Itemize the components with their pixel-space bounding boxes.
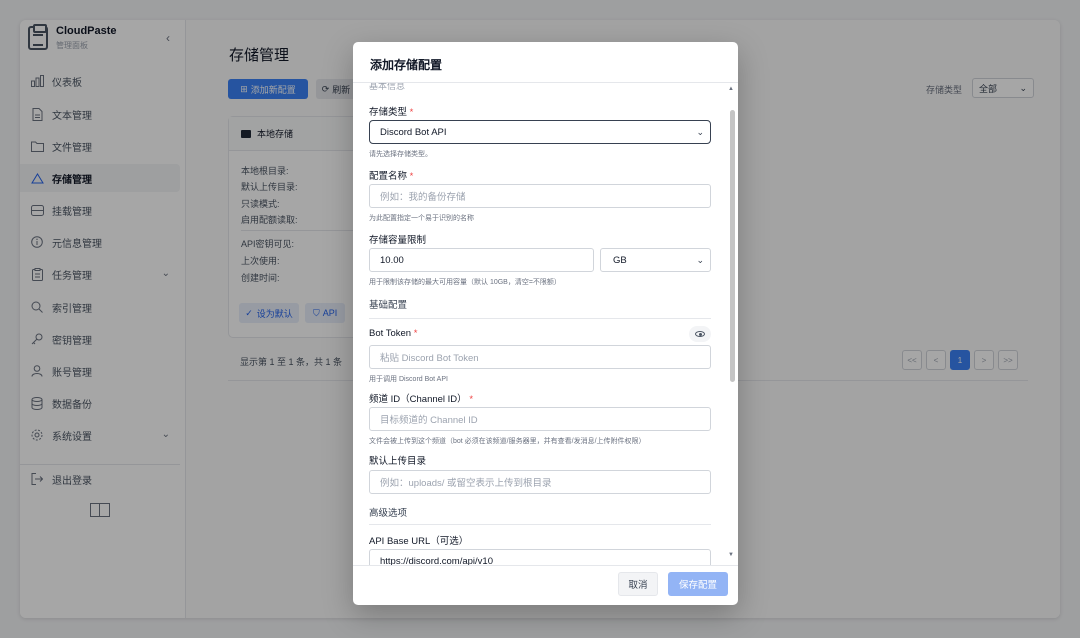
storage-type-select[interactable]: Discord Bot API ⌄ (369, 120, 711, 144)
channel-id-input[interactable]: 目标频道的 Channel ID (369, 407, 711, 431)
bot-token-input[interactable]: 粘贴 Discord Bot Token (369, 345, 711, 369)
bot-token-hint: 用于调用 Discord Bot API (369, 376, 448, 383)
label-text: Bot Token (369, 328, 412, 339)
label-text: 配置名称 (369, 171, 408, 182)
toggle-visibility-button[interactable] (689, 326, 711, 342)
quota-input[interactable]: 10.00 (369, 248, 594, 272)
chevron-down-icon: ⌄ (696, 127, 704, 137)
quota-hint: 用于限制该存储的最大可用容量（默认 10GB，清空=不限额） (369, 279, 561, 286)
quota-unit-value: GB (613, 254, 627, 266)
upload-dir-placeholder: 例如：uploads/ 或留空表示上传到根目录 (380, 478, 552, 489)
add-storage-modal: 添加存储配置 基本信息 存储类型 * Discord Bot API ⌄ 请先选… (353, 42, 738, 605)
scroll-up-arrow[interactable]: ▲ (728, 86, 734, 92)
section-heading-basic-config: 基础配置 (369, 300, 408, 311)
chevron-down-icon: ⌄ (696, 255, 704, 265)
scrollbar-thumb[interactable] (730, 110, 735, 382)
required-mark: * (409, 171, 414, 182)
modal-title: 添加存储配置 (370, 58, 443, 72)
channel-id-placeholder: 目标频道的 Channel ID (380, 415, 478, 426)
channel-id-label: 频道 ID（Channel ID） * (369, 391, 473, 405)
required-mark: * (413, 328, 418, 339)
api-base-value: https://discord.com/api/v10 (380, 555, 493, 566)
config-name-input[interactable]: 例如：我的备份存储 (369, 184, 711, 208)
api-base-label: API Base URL（可选） (369, 536, 469, 547)
config-name-placeholder: 例如：我的备份存储 (380, 192, 466, 203)
bot-token-placeholder: 粘贴 Discord Bot Token (380, 353, 479, 364)
scroll-down-arrow[interactable]: ▼ (728, 552, 734, 558)
required-mark: * (409, 107, 414, 118)
storage-type-value: Discord Bot API (380, 126, 447, 138)
eye-icon (695, 331, 705, 337)
config-name-hint: 为此配置指定一个易于识别的名称 (369, 215, 474, 222)
section-divider (369, 318, 711, 319)
config-name-label: 配置名称 * (369, 168, 413, 182)
quota-label: 存储容量限制 (369, 235, 427, 246)
bot-token-label: Bot Token * (369, 328, 417, 339)
required-mark: * (469, 394, 474, 405)
label-text: 频道 ID（Channel ID） (369, 394, 467, 405)
quota-value: 10.00 (380, 254, 404, 266)
storage-type-hint: 请先选择存储类型。 (369, 151, 432, 158)
section-divider (369, 524, 711, 525)
cancel-button[interactable]: 取消 (618, 572, 658, 596)
channel-id-hint: 文件会被上传到这个频道（bot 必须在该频道/服务器里，并有查看/发消息/上传附… (369, 438, 646, 445)
quota-unit-select[interactable]: GB ⌄ (600, 248, 711, 272)
section-heading-advanced: 高级选项 (369, 508, 408, 519)
api-base-input[interactable]: https://discord.com/api/v10 (369, 549, 711, 565)
modal-footer-divider (353, 565, 738, 566)
upload-dir-input[interactable]: 例如：uploads/ 或留空表示上传到根目录 (369, 470, 711, 494)
save-config-button[interactable]: 保存配置 (668, 572, 728, 596)
upload-dir-label: 默认上传目录 (369, 456, 427, 467)
storage-type-label: 存储类型 * (369, 104, 413, 118)
section-heading-basic: 基本信息 (369, 83, 406, 91)
modal-body[interactable]: 基本信息 存储类型 * Discord Bot API ⌄ 请先选择存储类型。 … (353, 83, 738, 565)
label-text: 存储类型 (369, 107, 408, 118)
